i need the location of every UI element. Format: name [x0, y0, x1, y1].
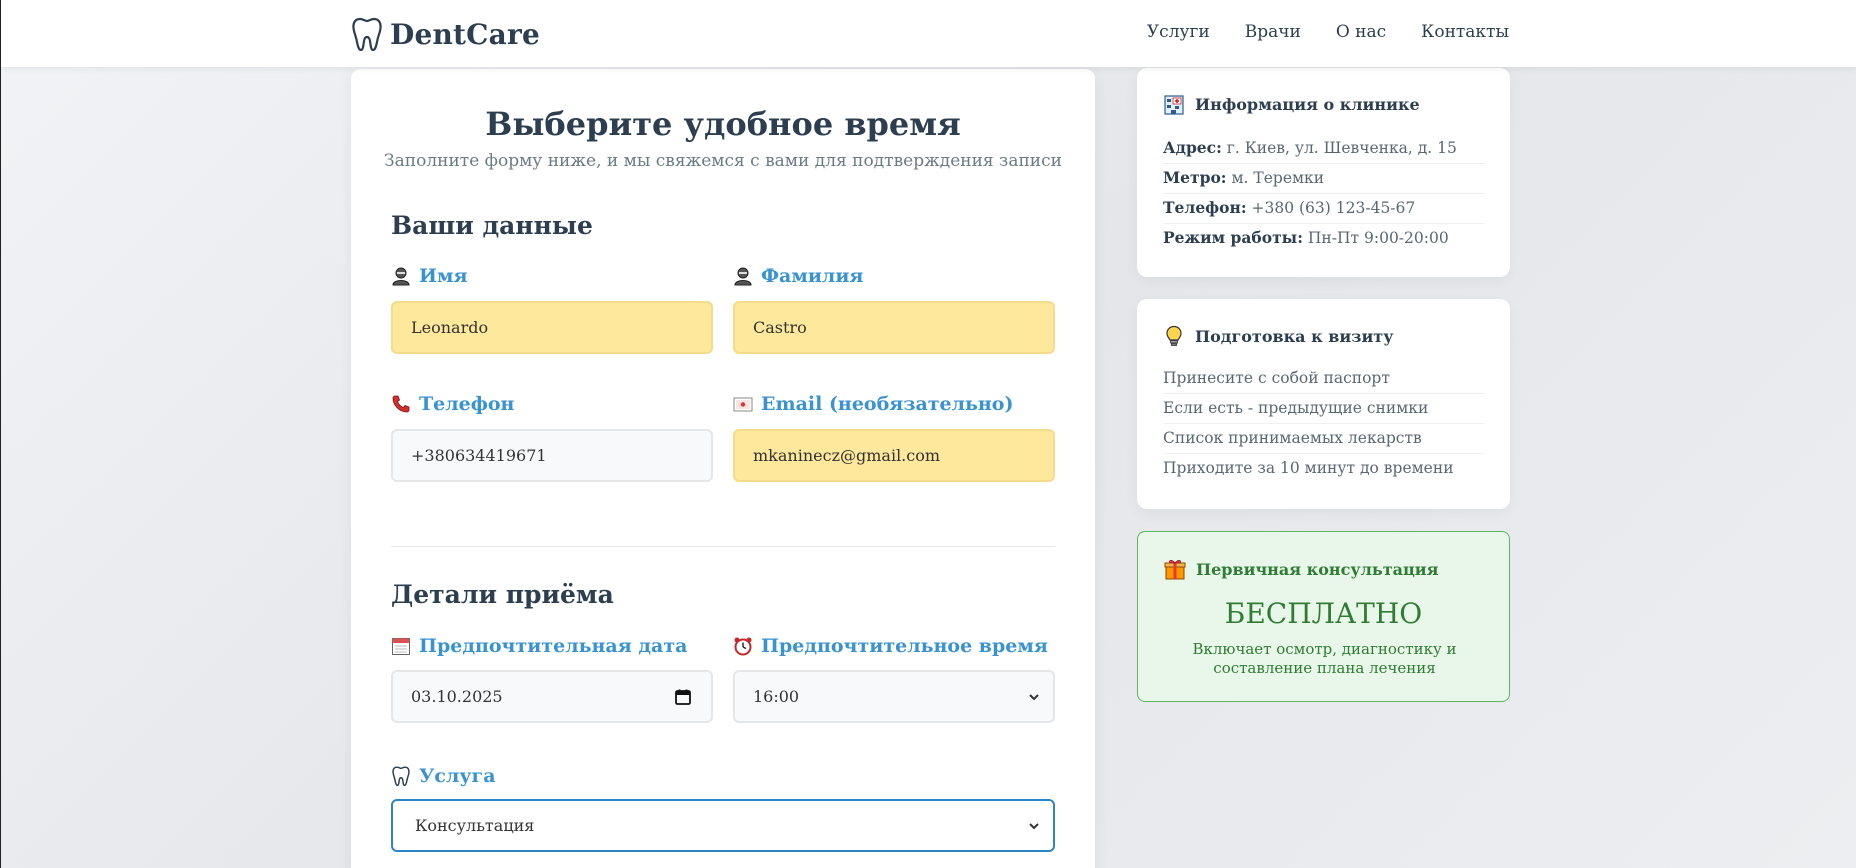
phone-label: Телефон	[391, 393, 514, 415]
first-name-value: Leonardo	[411, 318, 489, 337]
promo-header: Первичная консультация	[1164, 558, 1439, 580]
phone-label-text: Телефон	[419, 393, 515, 415]
email-input[interactable]: mkaninecz@gmail.com	[733, 429, 1055, 482]
first-name-input[interactable]: Leonardo	[391, 301, 713, 354]
tooth-icon	[352, 17, 382, 51]
email-label-text: Email (необязательно)	[761, 393, 1014, 415]
clinic-metro-row: Метро: м. Теремки	[1163, 168, 1485, 194]
nav-doctors[interactable]: Врачи	[1245, 22, 1301, 42]
nav-contacts[interactable]: Контакты	[1421, 22, 1509, 42]
person-icon	[392, 267, 410, 286]
prep-item: Список принимаемых лекарств	[1163, 429, 1485, 454]
prep-item: Если есть - предыдущие снимки	[1163, 399, 1485, 424]
alarm-clock-icon	[734, 637, 752, 656]
person-icon	[734, 267, 752, 286]
promo-description: Включает осмотр, диагностику и составлен…	[1192, 640, 1457, 677]
chevron-down-icon	[1029, 823, 1039, 830]
main-nav: Услуги Врачи О нас Контакты	[1147, 22, 1509, 42]
last-name-value: Castro	[753, 318, 807, 337]
phone-value: +380634419671	[411, 446, 547, 465]
last-name-input[interactable]: Castro	[733, 301, 1055, 354]
time-label-text: Предпочтительное время	[761, 635, 1048, 657]
preparation-card: Подготовка к визиту Принесите с собой па…	[1137, 299, 1510, 509]
time-value: 16:00	[753, 687, 800, 706]
chevron-down-icon	[1029, 694, 1039, 701]
first-name-label: Имя	[391, 265, 468, 287]
gift-icon	[1164, 559, 1186, 580]
clinic-phone-value[interactable]: +380 (63) 123-45-67	[1252, 199, 1416, 217]
free-consultation-promo: Первичная консультация БЕСПЛАТНО Включае…	[1137, 531, 1510, 702]
promo-title: Первичная консультация	[1196, 559, 1439, 579]
clinic-phone-row: Телефон: +380 (63) 123-45-67	[1163, 198, 1485, 224]
date-label: Предпочтительная дата	[391, 635, 687, 657]
hospital-icon	[1164, 95, 1184, 115]
hours-value: Пн-Пт 9:00-20:00	[1307, 229, 1449, 247]
section-divider	[391, 546, 1055, 547]
clinic-info-card: Информация о клинике Адрес: г. Киев, ул.…	[1137, 68, 1510, 277]
envelope-icon	[733, 397, 753, 412]
promo-free-label: БЕСПЛАТНО	[1224, 597, 1423, 630]
prep-item: Приходите за 10 минут до времени	[1163, 459, 1454, 477]
clinic-address-row: Адрес: г. Киев, ул. Шевченка, д. 15	[1163, 138, 1485, 164]
first-name-label-text: Имя	[419, 265, 468, 287]
preparation-header: Подготовка к визиту	[1163, 325, 1393, 347]
service-label: Услуга	[391, 765, 496, 787]
service-select[interactable]: Консультация	[391, 799, 1055, 852]
form-subtitle: Заполните форму ниже, и мы свяжемся с ва…	[384, 151, 1062, 171]
metro-value: м. Теремки	[1231, 169, 1325, 187]
clinic-phone-key: Телефон:	[1163, 198, 1247, 217]
section-details-title: Детали приёма	[391, 580, 614, 609]
email-value: mkaninecz@gmail.com	[753, 446, 941, 465]
lightbulb-icon	[1166, 325, 1182, 346]
logo[interactable]: DentCare	[352, 17, 540, 51]
calendar-picker-icon[interactable]	[675, 689, 691, 705]
hours-key: Режим работы:	[1163, 228, 1303, 247]
booking-form-card: Выберите удобное время Заполните форму н…	[351, 69, 1095, 868]
phone-icon	[392, 395, 410, 413]
site-header: DentCare Услуги Врачи О нас Контакты	[1, 0, 1856, 67]
last-name-label-text: Фамилия	[761, 265, 864, 287]
date-input[interactable]: 03.10.2025	[391, 670, 713, 723]
tooth-icon	[392, 766, 410, 786]
nav-about[interactable]: О нас	[1336, 22, 1386, 42]
email-label: Email (необязательно)	[733, 393, 1013, 415]
phone-input[interactable]: +380634419671	[391, 429, 713, 482]
nav-services[interactable]: Услуги	[1147, 22, 1210, 42]
date-value: 03.10.2025	[411, 687, 503, 706]
clinic-hours-row: Режим работы: Пн-Пт 9:00-20:00	[1163, 228, 1485, 253]
brand-name: DentCare	[390, 17, 540, 51]
clinic-info-header: Информация о клинике	[1163, 93, 1420, 115]
calendar-icon	[392, 638, 410, 655]
preparation-title: Подготовка к визиту	[1195, 326, 1394, 346]
date-label-text: Предпочтительная дата	[419, 635, 688, 657]
address-key: Адрес:	[1163, 138, 1222, 157]
address-value: г. Киев, ул. Шевченка, д. 15	[1226, 139, 1457, 157]
prep-item: Принесите с собой паспорт	[1163, 369, 1485, 394]
time-select[interactable]: 16:00	[733, 670, 1055, 723]
last-name-label: Фамилия	[733, 265, 863, 287]
service-value: Консультация	[415, 816, 535, 835]
metro-key: Метро:	[1163, 168, 1227, 187]
service-label-text: Услуга	[419, 765, 496, 787]
clinic-info-title: Информация о клинике	[1195, 94, 1420, 114]
form-title: Выберите удобное время	[485, 105, 961, 143]
section-personal-title: Ваши данные	[391, 211, 593, 240]
time-label: Предпочтительное время	[733, 635, 1048, 657]
